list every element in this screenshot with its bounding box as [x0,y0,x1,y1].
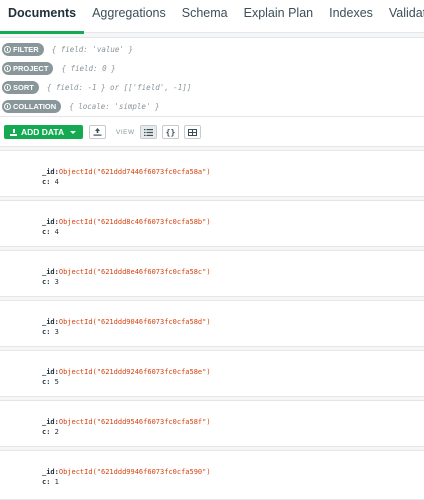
sort-input[interactable]: { field: -1 } or [['field', -1]] [47,83,192,92]
list-view-icon [144,128,153,136]
collation-row[interactable]: COLLATION { locale: 'simple' } [0,97,424,115]
filter-badge: FILTER [2,42,44,56]
c-field: c: 1 [42,478,59,486]
json-view-button[interactable]: {} [162,125,179,139]
project-row[interactable]: PROJECT { field: 0 } [0,59,424,77]
document-card[interactable]: _id:ObjectId("621ddd9546f6073fc0cfa58f")… [0,400,424,447]
filter-input[interactable]: { field: 'value' } [52,45,133,54]
tab-explain-plan[interactable]: Explain Plan [236,0,322,33]
c-field: c: 2 [42,428,59,436]
c-field: c: 4 [42,178,59,186]
json-view-icon: {} [165,127,176,137]
sort-row[interactable]: SORT { field: -1 } or [['field', -1]] [0,78,424,96]
c-field: c: 4 [42,228,59,236]
document-card[interactable]: _id:ObjectId("621ddd9046f6073fc0cfa58d")… [0,300,424,347]
add-data-label: ADD DATA [21,127,65,137]
c-field: c: 3 [42,328,59,336]
c-field: c: 3 [42,278,59,286]
document-card[interactable]: _id:ObjectId("621ddd7446f6073fc0cfa58a")… [0,150,424,197]
filter-row[interactable]: FILTER { field: 'value' } [0,40,424,58]
view-label: VIEW [116,129,135,136]
tab-validation[interactable]: Validation [381,0,424,33]
info-icon [4,64,11,72]
document-card[interactable]: _id:ObjectId("621ddd8e46f6073fc0cfa58c")… [0,250,424,297]
query-bar: FILTER { field: 'value' } PROJECT { fiel… [0,37,424,117]
documents-toolbar: ADD DATA VIEW {} [0,117,424,147]
list-view-button[interactable] [140,125,157,139]
id-field: _id:ObjectId("621ddd9046f6073fc0cfa58d") [42,318,211,326]
document-card[interactable]: _id:ObjectId("621ddd9246f6073fc0cfa58e")… [0,350,424,397]
collation-badge: COLLATION [2,99,62,113]
chevron-down-icon [70,130,77,134]
info-icon [4,102,11,110]
id-field: _id:ObjectId("621ddd9546f6073fc0cfa58f") [42,418,211,426]
document-card[interactable]: _id:ObjectId("621ddd9946f6073fc0cfa590")… [0,450,424,500]
export-button[interactable] [89,125,106,139]
info-icon [4,83,11,91]
info-icon [4,45,11,53]
download-icon [10,128,17,136]
table-view-button[interactable] [184,125,201,139]
id-field: _id:ObjectId("621ddd9246f6073fc0cfa58e") [42,368,211,376]
add-data-button[interactable]: ADD DATA [4,125,83,139]
id-field: _id:ObjectId("621ddd9946f6073fc0cfa590") [42,468,211,476]
id-field: _id:ObjectId("621ddd8e46f6073fc0cfa58c") [42,268,211,276]
sort-badge: SORT [2,80,39,94]
tab-schema[interactable]: Schema [174,0,236,33]
tab-aggregations[interactable]: Aggregations [84,0,174,33]
table-view-icon [188,128,197,136]
tab-bar: Documents Aggregations Schema Explain Pl… [0,0,424,34]
c-field: c: 5 [42,378,59,386]
id-field: _id:ObjectId("621ddd8c46f6073fc0cfa58b") [42,218,211,226]
project-badge: PROJECT [2,61,54,75]
collation-input[interactable]: { locale: 'simple' } [69,102,159,111]
project-input[interactable]: { field: 0 } [61,64,115,73]
tab-indexes[interactable]: Indexes [321,0,381,33]
tab-documents[interactable]: Documents [0,0,85,34]
export-icon [93,128,102,136]
id-field: _id:ObjectId("621ddd7446f6073fc0cfa58a") [42,168,211,176]
document-card[interactable]: _id:ObjectId("621ddd8c46f6073fc0cfa58b")… [0,200,424,247]
